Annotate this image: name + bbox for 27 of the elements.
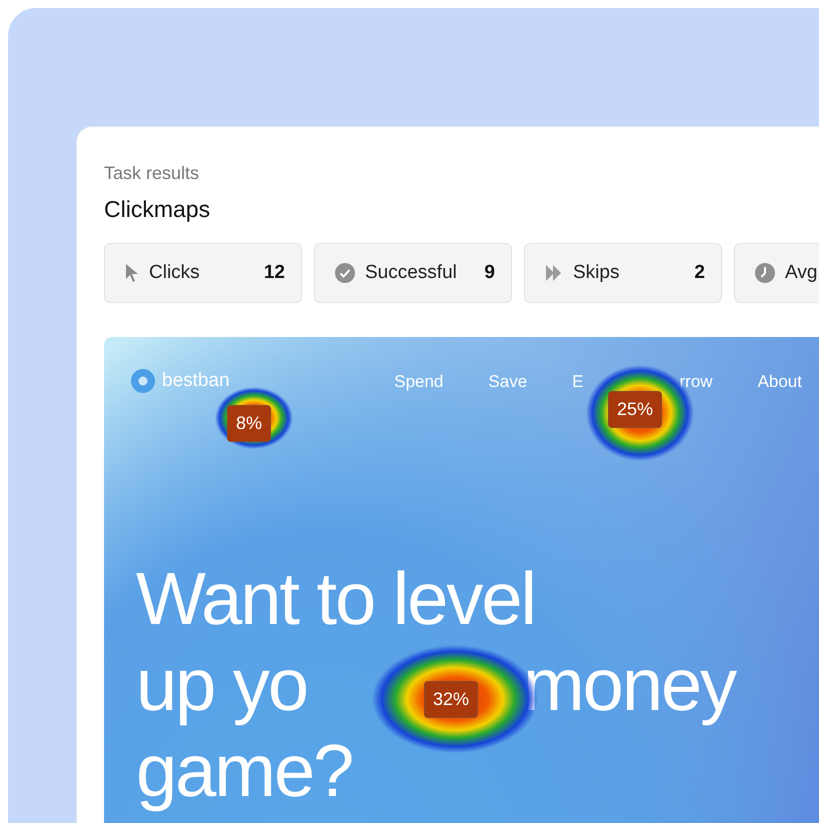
headline-text: Want to level: [136, 556, 535, 642]
nav-link[interactable]: About: [758, 368, 802, 394]
stat-value: 12: [264, 260, 285, 285]
percent-label: 32%: [424, 681, 478, 718]
page-title: Clickmaps: [104, 195, 212, 223]
stat-label: Clicks: [149, 260, 200, 285]
percent-label: 8%: [227, 405, 272, 442]
stat-value: 2: [694, 260, 705, 285]
nav-link[interactable]: E: [572, 368, 584, 394]
stat-label: Skips: [573, 260, 620, 285]
nav-link[interactable]: rrow: [680, 368, 713, 394]
fast-forward-icon: [545, 264, 563, 282]
stat-label: Successful: [365, 260, 457, 285]
stat-value: 9: [484, 260, 495, 285]
brand-name: bestban: [162, 369, 230, 393]
logo-icon: [131, 369, 155, 394]
headline-text: money: [523, 642, 736, 728]
section-subtitle: Task results: [104, 162, 200, 185]
cursor-icon: [125, 263, 139, 283]
stat-label: Avg.: [785, 260, 819, 285]
headline-text: game?: [136, 728, 352, 814]
check-circle-icon: [335, 263, 355, 283]
percent-label: 25%: [608, 391, 662, 428]
headline-text: up yo: [136, 642, 308, 728]
clock-icon: [755, 263, 775, 283]
nav-link[interactable]: Spend: [394, 368, 444, 394]
nav-link[interactable]: Save: [488, 368, 528, 394]
